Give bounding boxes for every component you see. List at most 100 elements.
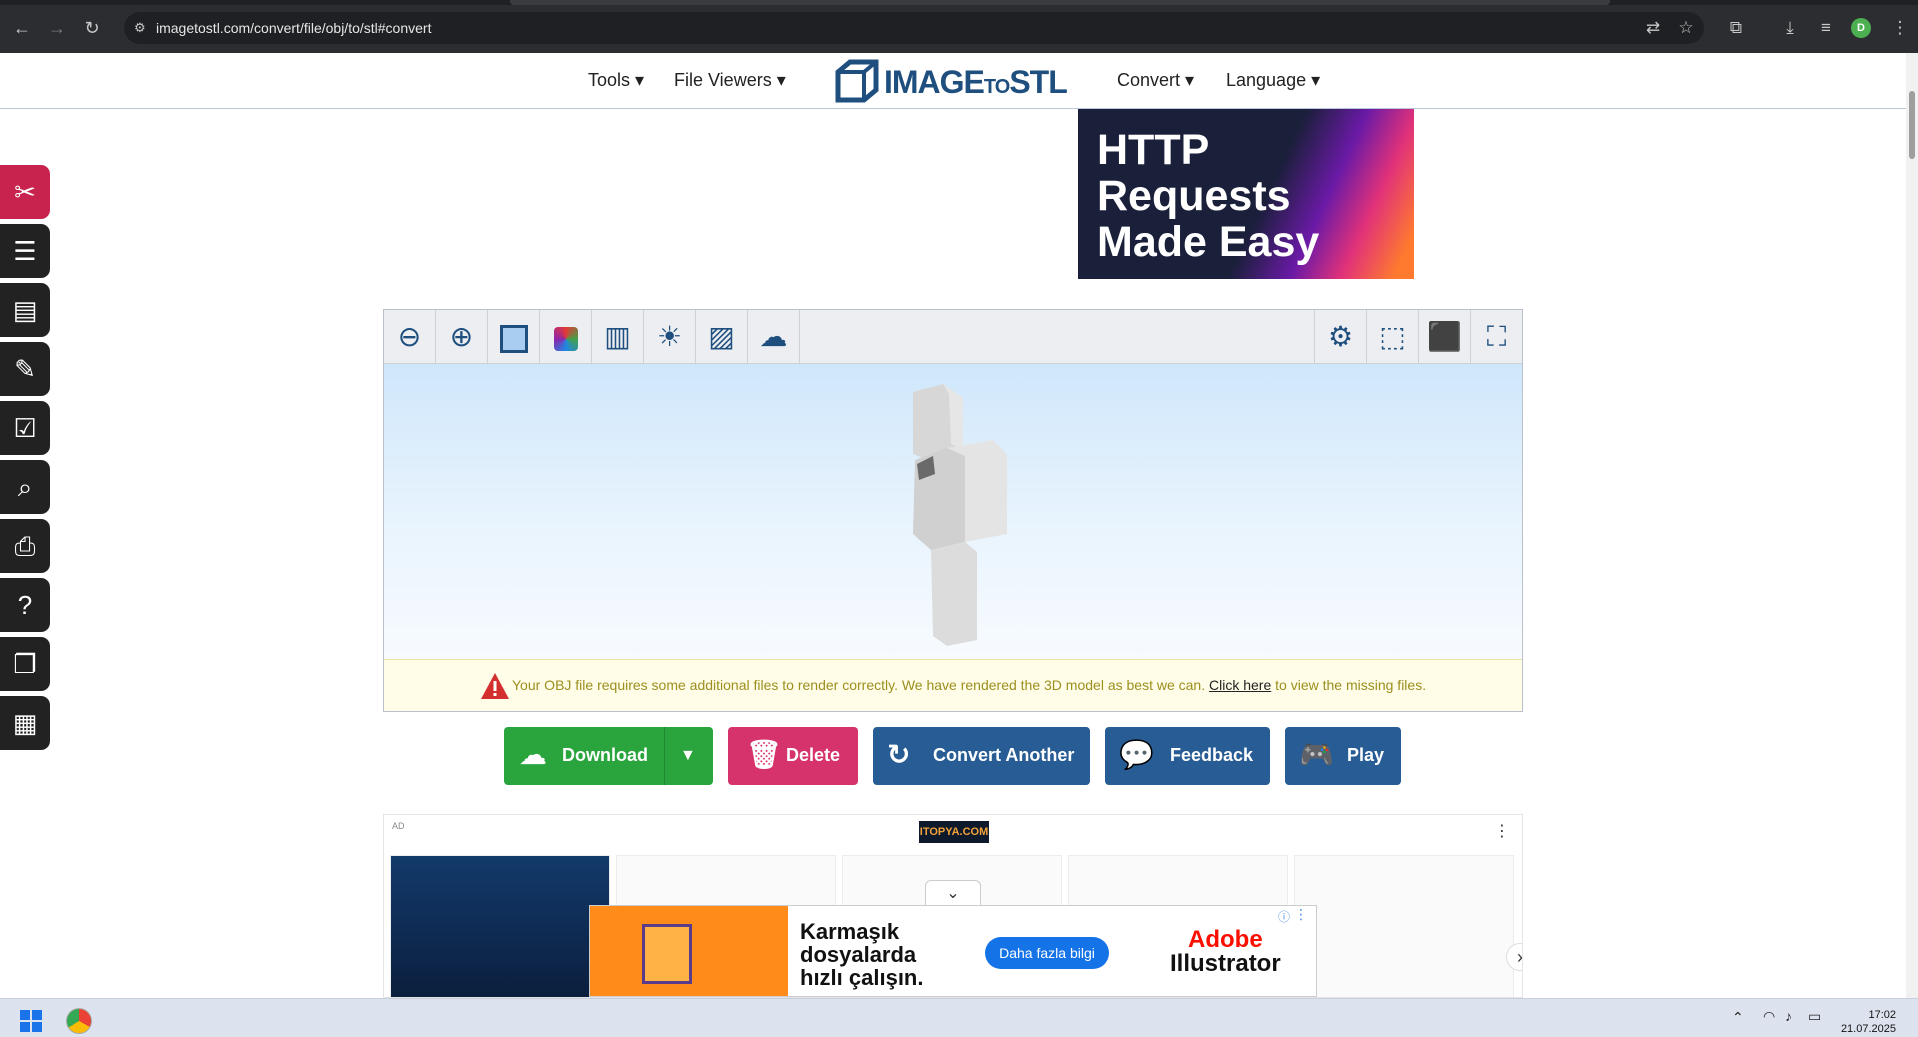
gamepad-icon: 🎮 — [1299, 739, 1334, 770]
zoom-in-icon[interactable]: ⊕ — [436, 310, 488, 364]
logo-word-image: IMAGE — [884, 64, 985, 100]
sticky-advertisement[interactable]: Karmaşık dosyalarda hızlı çalışın. Daha … — [589, 905, 1317, 997]
page-scrollbar[interactable] — [1906, 53, 1918, 998]
extensions-icon[interactable]: ⧉ — [1724, 16, 1748, 40]
settings-gear-icon[interactable]: ⚙ — [1314, 310, 1366, 364]
hero-ad-text: HTTP Requests Made Easy — [1097, 126, 1320, 266]
chrome-taskbar-icon[interactable] — [66, 1008, 92, 1034]
lighting-icon[interactable]: ☀ — [644, 310, 696, 364]
color-cube-icon[interactable] — [540, 310, 592, 364]
site-header: Tools ▾ File Viewers ▾ IMAGETOSTL Conver… — [0, 53, 1906, 109]
zoom-out-icon[interactable]: ⊖ — [384, 310, 436, 364]
delete-button[interactable]: 🗑 Delete — [728, 727, 858, 785]
browser-toolbar: ← → ↻ ⚙ imagetostl.com/convert/file/obj/… — [0, 0, 1918, 53]
cloud-download-icon: ☁ — [519, 739, 547, 770]
active-tab[interactable] — [510, 0, 1610, 5]
menu-convert[interactable]: Convert ▾ — [1117, 70, 1194, 91]
downloads-icon[interactable]: ⤓ — [1778, 16, 1802, 40]
wireframe-cube-icon[interactable]: ⬚ — [1366, 310, 1418, 364]
back-icon[interactable]: ← — [8, 14, 36, 42]
ad-label: AD — [392, 821, 405, 831]
play-button[interactable]: 🎮 Play — [1285, 727, 1401, 785]
menu-tools[interactable]: Tools ▾ — [588, 70, 644, 91]
play-label: Play — [1347, 745, 1385, 765]
ad-product-monitor[interactable] — [390, 855, 610, 997]
clock[interactable]: 17:02 21.07.2025 — [1841, 1008, 1896, 1036]
forward-icon[interactable]: → — [43, 14, 71, 42]
ad-options-icon[interactable]: ⋮ — [1494, 821, 1510, 841]
collapse-ad-chevron-icon[interactable]: ⌄ — [925, 880, 981, 906]
ad-info-icon[interactable]: ⓘ — [1278, 908, 1290, 925]
menu-file-viewers[interactable]: File Viewers ▾ — [674, 70, 786, 91]
model-preview — [913, 384, 1007, 646]
inspect-document-icon[interactable]: ⌕ — [0, 460, 50, 514]
tools-icon[interactable]: ✂ — [0, 165, 50, 219]
illustrator-file-icon — [642, 924, 692, 984]
feedback-label: Feedback — [1170, 745, 1254, 765]
warning-tail: to view the missing files. — [1275, 677, 1427, 693]
missing-files-link[interactable]: Click here — [1209, 677, 1271, 693]
clock-date: 21.07.2025 — [1840, 1023, 1896, 1035]
sliders-icon[interactable]: ☰ — [0, 224, 50, 278]
solid-cube-icon[interactable]: ⬛ — [1418, 310, 1470, 364]
feedback-button[interactable]: 💬 Feedback — [1105, 727, 1270, 785]
logo-word-stl: STL — [1009, 64, 1067, 100]
reload-icon[interactable]: ↻ — [78, 14, 106, 42]
logo-text: IMAGETOSTL — [884, 64, 1068, 101]
warning-triangle-icon — [481, 673, 509, 699]
viewer-toolbar: ⊖ ⊕ ▥ ☀ ▨ ☁ ⚙ ⬚ ⬛ ⛶ — [384, 310, 1522, 364]
convert-another-button[interactable]: ↻ Convert Another — [873, 727, 1090, 785]
battery-icon[interactable]: ▭ — [1808, 1008, 1821, 1025]
logo-word-to: TO — [983, 76, 1010, 98]
trash-icon: 🗑 — [746, 739, 782, 770]
menu-language[interactable]: Language ▾ — [1226, 70, 1320, 91]
grid-floor-icon[interactable]: ▥ — [592, 310, 644, 364]
missing-files-warning: Your OBJ file requires some additional f… — [384, 659, 1522, 711]
warning-text: Your OBJ file requires some additional f… — [512, 677, 1206, 693]
scrollbar-thumb[interactable] — [1909, 91, 1915, 159]
brand-line-2: Illustrator — [1170, 950, 1281, 977]
document-icon[interactable]: ▤ — [0, 283, 50, 337]
model-viewer: ⊖ ⊕ ▥ ☀ ▨ ☁ ⚙ ⬚ ⬛ ⛶ Your OBJ file requir… — [383, 309, 1523, 712]
media-controls-icon[interactable]: ≡ — [1814, 16, 1838, 40]
split-divider — [664, 727, 665, 785]
ad-product-case[interactable] — [1294, 855, 1514, 997]
tab-strip — [0, 0, 1918, 5]
clock-time: 17:02 — [1868, 1009, 1896, 1021]
checklist-icon[interactable]: ☑ — [0, 401, 50, 455]
address-bar[interactable]: ⚙ imagetostl.com/convert/file/obj/to/stl… — [124, 12, 1704, 44]
delete-label: Delete — [786, 745, 841, 765]
tray-chevron-up-icon[interactable]: ⌃ — [1732, 1009, 1744, 1026]
ad-menu-icon[interactable]: ⋮ — [1294, 906, 1308, 923]
brand-line-1: Adobe — [1188, 926, 1263, 953]
fullscreen-icon[interactable]: ⛶ — [1470, 310, 1522, 364]
volume-icon[interactable]: ♪ — [1785, 1008, 1792, 1024]
printer-3d-icon[interactable]: ⎙ — [0, 519, 50, 573]
redo-icon: ↻ — [887, 739, 911, 770]
pages-icon[interactable]: ❐ — [0, 637, 50, 691]
help-icon[interactable]: ? — [0, 578, 50, 632]
download-button[interactable]: ☁ Download ▼ — [504, 727, 713, 785]
translate-icon[interactable]: ⇄ — [1641, 16, 1665, 40]
browser-menu-icon[interactable]: ⋮ — [1888, 16, 1912, 40]
download-label: Download — [562, 745, 648, 765]
ad-brand-logo[interactable]: ITOPYA.COM — [919, 821, 989, 843]
render-canvas[interactable] — [384, 364, 1522, 659]
ad-tagline: Karmaşık dosyalarda hızlı çalışın. — [800, 919, 924, 990]
background-image-icon[interactable]: ▨ — [696, 310, 748, 364]
learn-more-button[interactable]: Daha fazla bilgi — [985, 937, 1109, 969]
ad-artwork — [590, 906, 788, 996]
convert-another-label: Convert Another — [933, 745, 1075, 765]
wireframe-box-icon[interactable] — [488, 310, 540, 364]
download-options-chevron-icon[interactable]: ▼ — [680, 741, 696, 771]
bookmark-star-icon[interactable]: ☆ — [1674, 16, 1698, 40]
cloud-download-icon[interactable]: ☁ — [748, 310, 800, 364]
site-logo[interactable]: IMAGETOSTL — [832, 58, 1072, 104]
ad-brand-name: Adobe Illustrator — [1170, 928, 1281, 976]
site-info-icon[interactable]: ⚙ — [134, 20, 150, 36]
wifi-icon[interactable]: ◠ — [1763, 1008, 1775, 1025]
windows-start-icon[interactable] — [20, 1010, 42, 1032]
profile-avatar[interactable]: D — [1851, 18, 1871, 38]
edit-document-icon[interactable]: ✎ — [0, 342, 50, 396]
hero-advertisement[interactable]: HTTP Requests Made Easy — [1078, 109, 1414, 279]
